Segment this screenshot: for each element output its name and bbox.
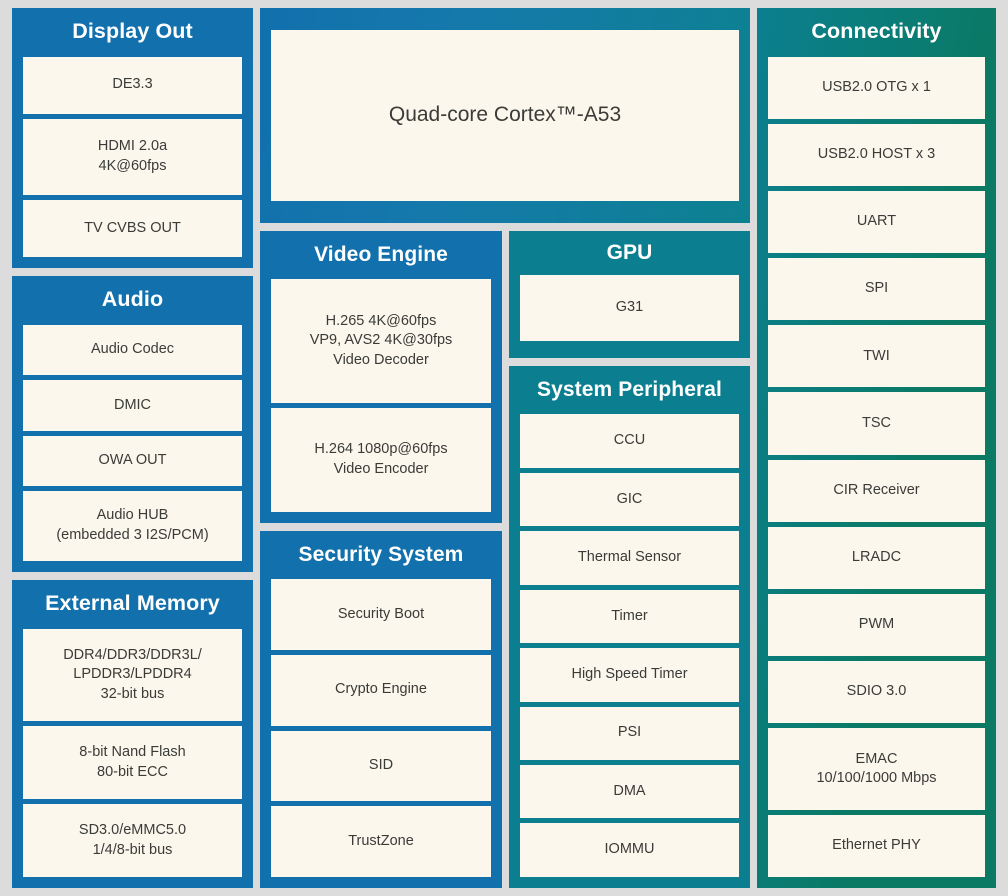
block-title-security-system: Security System xyxy=(298,543,464,566)
cell-thermal-sensor: Thermal Sensor xyxy=(520,531,739,585)
cell-ccu: CCU xyxy=(520,414,739,468)
block-cpu: Quad-core Cortex™-A53 xyxy=(260,8,750,223)
block-title-external-memory: External Memory xyxy=(45,591,220,615)
cell-list-audio: Audio Codec DMIC OWA OUT Audio HUB (embe… xyxy=(23,324,242,562)
cell-tv-cvbs-out: TV CVBS OUT xyxy=(23,200,242,258)
cell-emac: EMAC 10/100/1000 Mbps xyxy=(768,728,985,810)
cell-list-external-memory: DDR4/DDR3/DDR3L/ LPDDR3/LPDDR4 32-bit bu… xyxy=(23,628,242,878)
cell-usb-otg: USB2.0 OTG x 1 xyxy=(768,56,985,119)
block-title-gpu: GPU xyxy=(606,241,653,264)
cell-list-connectivity: USB2.0 OTG x 1 USB2.0 HOST x 3 UART SPI … xyxy=(768,56,985,878)
cell-dma: DMA xyxy=(520,765,739,819)
block-display-out: Display Out DE3.3 HDMI 2.0a 4K@60fps TV … xyxy=(12,8,253,268)
block-external-memory: External Memory DDR4/DDR3/DDR3L/ LPDDR3/… xyxy=(12,580,253,888)
cell-list-display-out: DE3.3 HDMI 2.0a 4K@60fps TV CVBS OUT xyxy=(23,56,242,258)
cell-pwm: PWM xyxy=(768,593,985,657)
cell-quad-core-cortex-a53: Quad-core Cortex™-A53 xyxy=(271,30,739,201)
block-system-peripheral: System Peripheral CCU GIC Thermal Sensor… xyxy=(509,366,750,888)
cell-audio-codec: Audio Codec xyxy=(23,324,242,376)
cell-list-gpu: G31 xyxy=(520,275,739,342)
cell-sdio: SDIO 3.0 xyxy=(768,661,985,724)
cell-crypto-engine: Crypto Engine xyxy=(271,654,491,726)
cell-lradc: LRADC xyxy=(768,526,985,589)
cell-hdmi: HDMI 2.0a 4K@60fps xyxy=(23,118,242,196)
cell-timer: Timer xyxy=(520,589,739,644)
block-title-connectivity: Connectivity xyxy=(811,19,942,43)
cell-list-system-peripheral: CCU GIC Thermal Sensor Timer High Speed … xyxy=(520,414,739,877)
cell-owa-out: OWA OUT xyxy=(23,435,242,486)
cell-security-boot: Security Boot xyxy=(271,579,491,650)
block-title-display-out: Display Out xyxy=(72,19,193,43)
cell-list-video-engine: H.265 4K@60fps VP9, AVS2 4K@30fps Video … xyxy=(271,279,491,512)
cell-list-cpu: Quad-core Cortex™-A53 xyxy=(271,30,739,201)
cell-dmic: DMIC xyxy=(23,380,242,431)
cell-de33: DE3.3 xyxy=(23,56,242,114)
cell-sid: SID xyxy=(271,730,491,802)
cell-ddr: DDR4/DDR3/DDR3L/ LPDDR3/LPDDR4 32-bit bu… xyxy=(23,628,242,722)
cell-uart: UART xyxy=(768,190,985,254)
cell-tsc: TSC xyxy=(768,392,985,455)
cell-trustzone: TrustZone xyxy=(271,806,491,878)
cell-spi: SPI xyxy=(768,258,985,321)
block-security-system: Security System Security Boot Crypto Eng… xyxy=(260,531,502,888)
cell-ethernet-phy: Ethernet PHY xyxy=(768,814,985,878)
block-gpu: GPU G31 xyxy=(509,231,750,358)
cell-high-speed-timer: High Speed Timer xyxy=(520,648,739,702)
cell-video-decoder: H.265 4K@60fps VP9, AVS2 4K@30fps Video … xyxy=(271,279,491,403)
cell-usb-host: USB2.0 HOST x 3 xyxy=(768,123,985,186)
block-connectivity: Connectivity USB2.0 OTG x 1 USB2.0 HOST … xyxy=(757,8,996,888)
cell-gic: GIC xyxy=(520,472,739,527)
cell-cir-receiver: CIR Receiver xyxy=(768,459,985,522)
cell-g31: G31 xyxy=(520,275,739,342)
block-title-system-peripheral: System Peripheral xyxy=(537,378,722,401)
cell-nand-flash: 8-bit Nand Flash 80-bit ECC xyxy=(23,726,242,800)
block-title-video-engine: Video Engine xyxy=(314,243,448,266)
soc-block-diagram: Display Out DE3.3 HDMI 2.0a 4K@60fps TV … xyxy=(0,0,1008,896)
cell-twi: TWI xyxy=(768,325,985,388)
cell-iommu: IOMMU xyxy=(520,823,739,877)
cell-video-encoder: H.264 1080p@60fps Video Encoder xyxy=(271,407,491,512)
cell-psi: PSI xyxy=(520,706,739,760)
cell-sd-emmc: SD3.0/eMMC5.0 1/4/8-bit bus xyxy=(23,804,242,878)
cell-list-security-system: Security Boot Crypto Engine SID TrustZon… xyxy=(271,579,491,878)
block-title-audio: Audio xyxy=(101,287,164,311)
block-audio: Audio Audio Codec DMIC OWA OUT Audio HUB… xyxy=(12,276,253,572)
block-video-engine: Video Engine H.265 4K@60fps VP9, AVS2 4K… xyxy=(260,231,502,523)
cell-audio-hub: Audio HUB (embedded 3 I2S/PCM) xyxy=(23,491,242,562)
